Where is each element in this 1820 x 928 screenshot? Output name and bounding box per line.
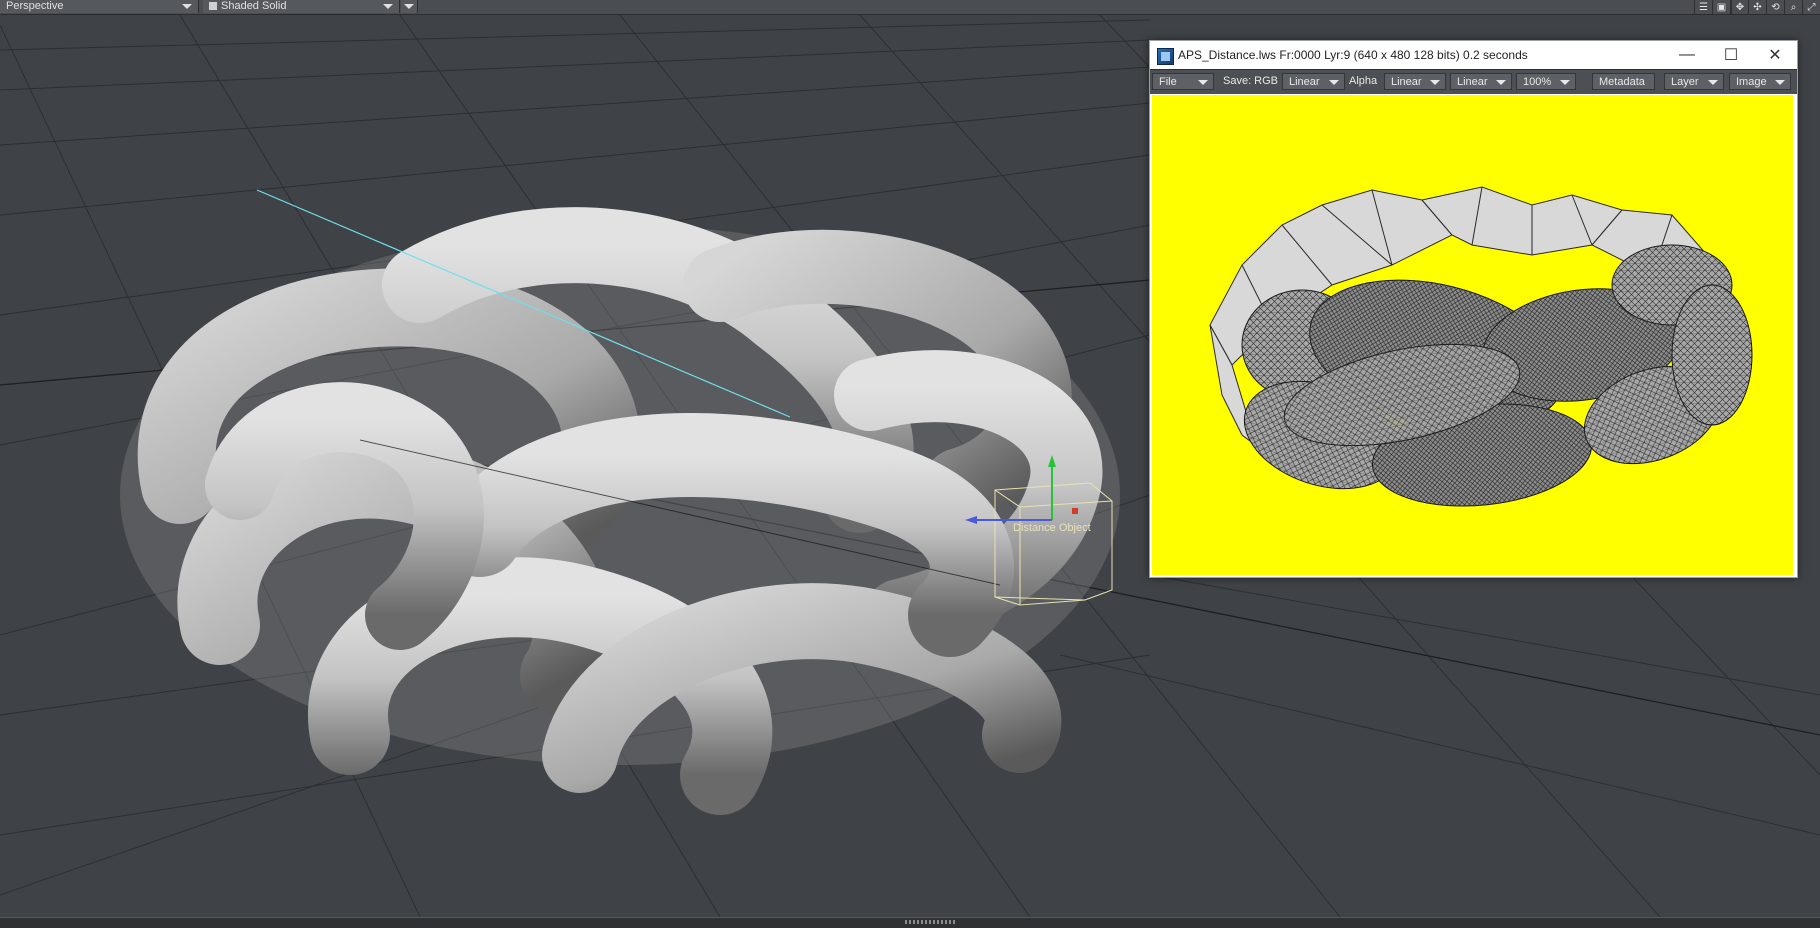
viewport-options-dropdown[interactable] [401, 0, 418, 13]
viewport-header-icons: ☰ ▣ ✥ ✣ ⟲ ⌕ ⤢ [1694, 0, 1820, 14]
zoom-dropdown[interactable]: 100% [1516, 73, 1576, 90]
render-window-titlebar[interactable]: APS_Distance.lws Fr:0000 Lyr:9 (640 x 48… [1150, 41, 1797, 69]
chevron-down-icon [404, 4, 414, 9]
checkbox-icon [209, 2, 217, 10]
chevron-down-icon [1775, 80, 1785, 85]
zoom-label: 100% [1523, 76, 1552, 88]
resize-grip-icon[interactable] [905, 920, 955, 924]
render-toolbar: File Save: RGB Linear Alpha Linear Linea… [1150, 69, 1797, 94]
shading-mode-dropdown[interactable]: Shaded Solid [203, 0, 400, 13]
object-label: Distance Object [1013, 522, 1091, 534]
image-dropdown[interactable]: Image [1729, 73, 1791, 90]
maximize-icon[interactable]: ⤢ [1802, 0, 1820, 14]
chevron-down-icon [383, 4, 393, 9]
save-rgb-button[interactable]: Save: RGB [1223, 73, 1281, 90]
rgb-colorspace-label: Linear [1289, 76, 1320, 88]
alpha-label: Alpha [1349, 75, 1378, 87]
render-display-window[interactable]: APS_Distance.lws Fr:0000 Lyr:9 (640 x 48… [1149, 40, 1798, 578]
render-window-title: APS_Distance.lws Fr:0000 Lyr:9 (640 x 48… [1178, 48, 1528, 62]
alpha-colorspace-dropdown[interactable]: Linear [1384, 73, 1446, 90]
rotate-icon[interactable]: ⟲ [1766, 0, 1784, 14]
alpha-colorspace-label: Linear [1391, 76, 1422, 88]
chevron-down-icon [1496, 80, 1506, 85]
file-label: File [1159, 76, 1177, 88]
render-result-graphic [1209, 186, 1753, 507]
view-mode-dropdown[interactable]: Perspective [0, 0, 199, 13]
image-label: Image [1736, 76, 1767, 88]
chevron-down-icon [1329, 80, 1339, 85]
minimize-button[interactable]: — [1665, 41, 1709, 69]
display-colorspace-label: Linear [1457, 76, 1488, 88]
view-mode-label: Perspective [6, 0, 64, 12]
list-icon[interactable]: ☰ [1694, 0, 1712, 14]
shading-mode-label: Shaded Solid [221, 0, 287, 12]
viewport-header: Perspective Shaded Solid ☰ ▣ ✥ ✣ ⟲ ⌕ ⤢ [0, 0, 1820, 15]
viewport-scrollbar[interactable] [0, 917, 1820, 928]
rgb-colorspace-dropdown[interactable]: Linear [1282, 73, 1345, 90]
chevron-down-icon [1708, 80, 1718, 85]
metadata-button[interactable]: Metadata [1592, 73, 1655, 90]
file-dropdown[interactable]: File [1152, 73, 1214, 90]
chevron-down-icon [1430, 80, 1440, 85]
zoom-icon[interactable]: ⌕ [1784, 0, 1802, 14]
rendered-image[interactable] [1152, 95, 1793, 575]
layer-dropdown[interactable]: Layer [1664, 73, 1724, 90]
chevron-down-icon [182, 4, 192, 9]
chevron-down-icon [1560, 80, 1570, 85]
braided-chain-object[interactable] [120, 207, 1120, 815]
move-icon[interactable]: ✥ [1730, 0, 1748, 14]
pan-icon[interactable]: ✣ [1748, 0, 1766, 14]
display-options-icon[interactable]: ▣ [1712, 0, 1730, 14]
metadata-label: Metadata [1599, 76, 1645, 88]
maximize-button[interactable]: ☐ [1709, 41, 1753, 69]
chevron-down-icon [1198, 80, 1208, 85]
close-button[interactable]: ✕ [1753, 41, 1797, 69]
app-icon [1157, 48, 1174, 65]
layer-label: Layer [1671, 76, 1699, 88]
display-colorspace-dropdown[interactable]: Linear [1450, 73, 1512, 90]
